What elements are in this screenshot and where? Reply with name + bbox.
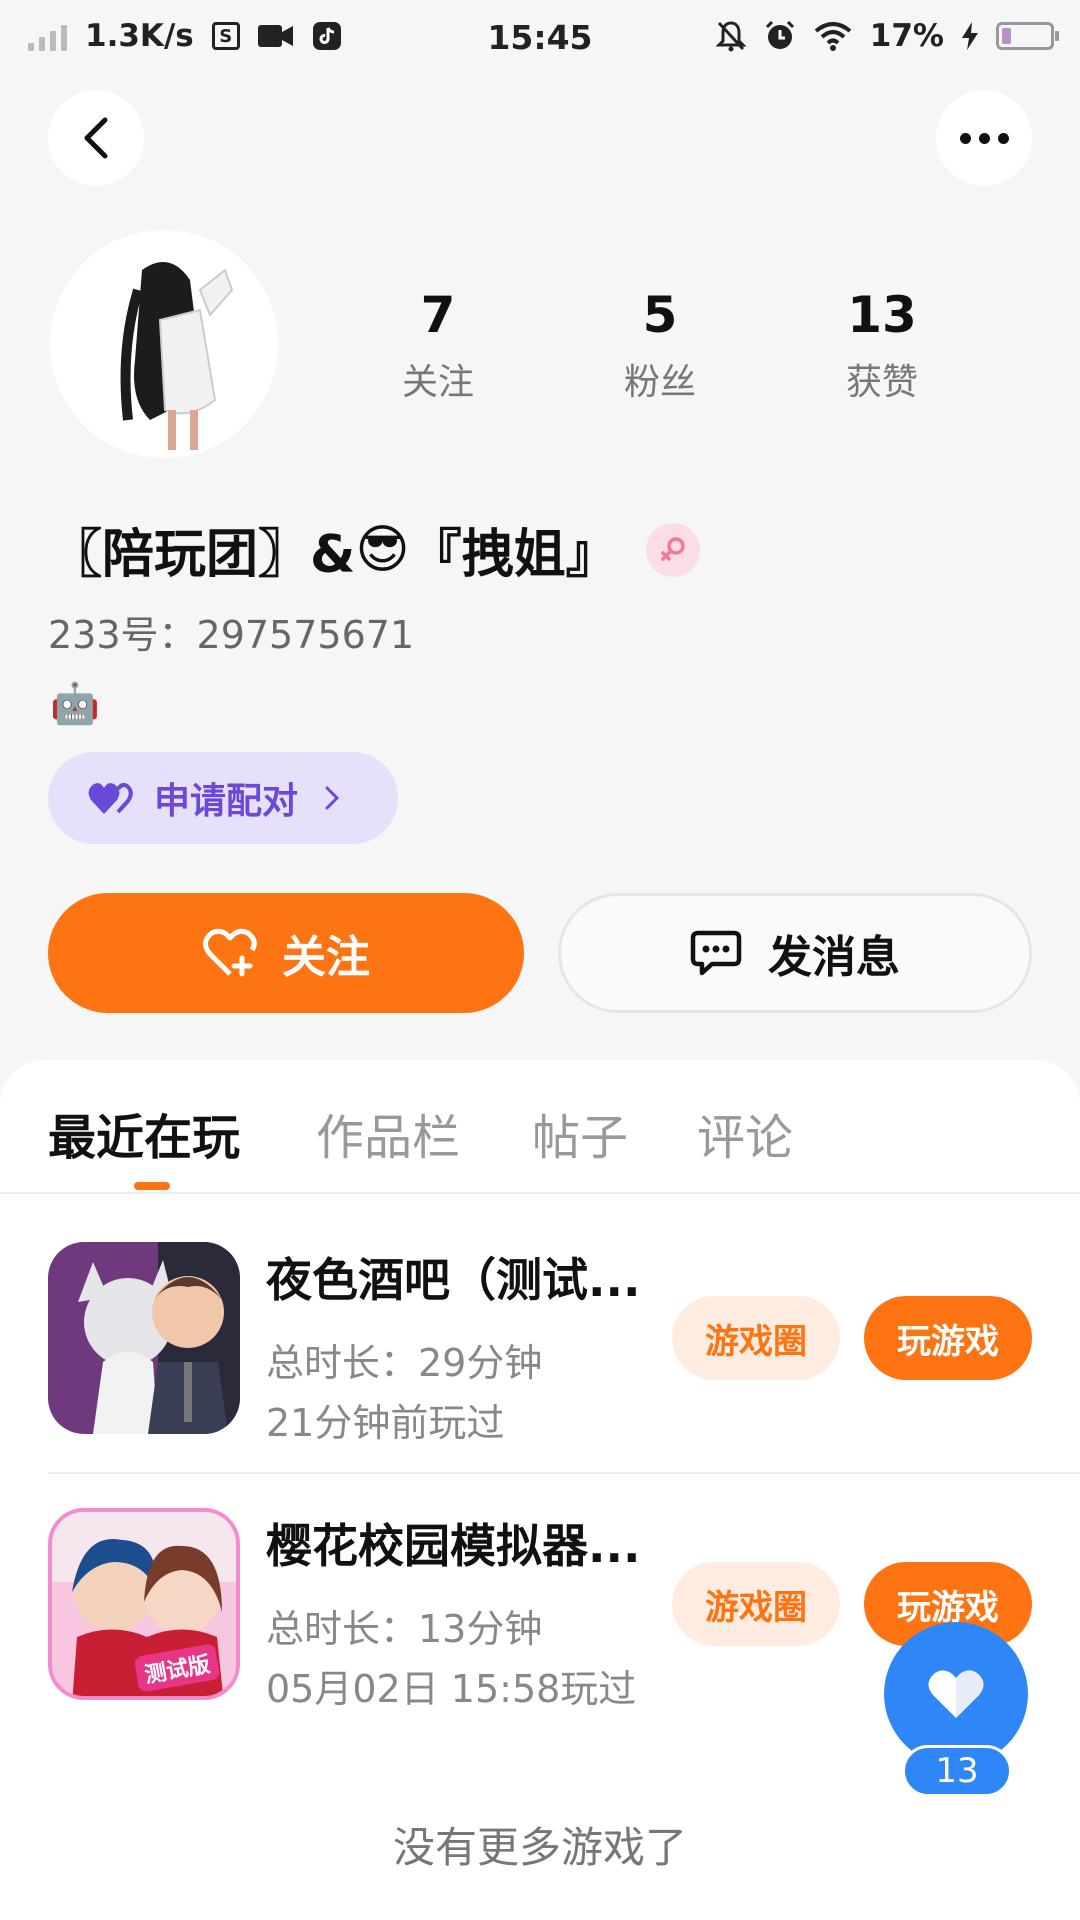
tab-works[interactable]: 作品栏: [316, 1098, 460, 1168]
likes-label: 获赞: [845, 362, 918, 403]
battery-icon: [996, 22, 1059, 50]
stat-following[interactable]: 7 关注: [348, 285, 528, 405]
following-label: 关注: [401, 362, 474, 403]
charging-icon: [962, 22, 978, 50]
back-arrow-icon: [84, 117, 108, 159]
like-count-badge: 13: [902, 1745, 1012, 1797]
no-more-games-text: 没有更多游戏了: [392, 1823, 687, 1872]
back-button[interactable]: [48, 90, 144, 186]
send-message-label: 发消息: [768, 932, 900, 983]
likes-count: 13: [847, 286, 917, 344]
battery-percent: 17%: [869, 18, 944, 54]
user-id: 233号：297575671: [48, 613, 415, 657]
apply-pair-button[interactable]: 申请配对: [48, 752, 398, 844]
game-item-1[interactable]: 夜色酒吧（测试... 总时长：29分钟 21分钟前玩过 游戏圈 玩游戏: [0, 1242, 1080, 1482]
tab-comments[interactable]: 评论: [697, 1098, 793, 1168]
game-last-played: 21分钟前玩过: [266, 1401, 505, 1445]
game-duration: 总时长：29分钟: [266, 1341, 543, 1385]
follow-button[interactable]: 关注: [48, 893, 524, 1013]
send-message-button[interactable]: 发消息: [558, 893, 1032, 1013]
avatar[interactable]: [50, 230, 278, 458]
nickname: 〖陪玩团〗& 😎 『拽姐』: [50, 512, 700, 587]
row-divider: [48, 1472, 1080, 1474]
signature-emoji: 🤖: [50, 681, 100, 727]
apply-pair-label: 申请配对: [154, 781, 299, 822]
heart-plus-icon: [203, 928, 257, 977]
game-title: 夜色酒吧（测试...: [266, 1253, 641, 1307]
female-gender-icon: [645, 522, 700, 577]
more-button[interactable]: [936, 90, 1032, 186]
status-bar: 1.3K/s S 15:45 17%: [0, 0, 1080, 76]
avatar-image: [50, 230, 278, 458]
heart-icon: [928, 1670, 984, 1718]
game-icon-night-bar[interactable]: [48, 1242, 240, 1434]
game-circle-button[interactable]: 游戏圈: [672, 1562, 840, 1646]
double-heart-icon: [88, 783, 133, 814]
tab-recent-playing[interactable]: 最近在玩: [48, 1098, 240, 1168]
mute-bell-icon: [715, 21, 746, 52]
game-duration: 总时长：13分钟: [266, 1607, 543, 1651]
chevron-right-icon: [325, 786, 340, 810]
game-last-played: 05月02日 15:58玩过: [266, 1667, 637, 1711]
more-dots-icon: [959, 132, 1009, 144]
game-title: 樱花校园模拟器...: [266, 1519, 641, 1573]
nickname-emoji: 😎: [355, 519, 410, 580]
stat-likes[interactable]: 13 获赞: [792, 285, 972, 405]
game-circle-button[interactable]: 游戏圈: [672, 1296, 840, 1380]
tab-posts[interactable]: 帖子: [532, 1098, 628, 1168]
alarm-icon: [765, 20, 794, 49]
nickname-suffix: 『拽姐』: [409, 525, 618, 585]
fans-count: 5: [642, 286, 678, 344]
tab-bar: 最近在玩 作品栏 帖子 评论: [0, 1060, 1080, 1194]
chat-bubble-icon: [690, 930, 742, 976]
fans-label: 粉丝: [623, 362, 696, 403]
nickname-prefix: 〖陪玩团〗&: [50, 525, 356, 585]
play-game-button[interactable]: 玩游戏: [864, 1296, 1032, 1380]
following-count: 7: [420, 286, 456, 344]
tab-indicator: [134, 1182, 170, 1190]
game-icon-sakura-school[interactable]: 测试版: [48, 1508, 240, 1700]
wifi-icon: [814, 22, 852, 51]
stat-fans[interactable]: 5 粉丝: [570, 285, 750, 405]
follow-label: 关注: [282, 932, 370, 983]
